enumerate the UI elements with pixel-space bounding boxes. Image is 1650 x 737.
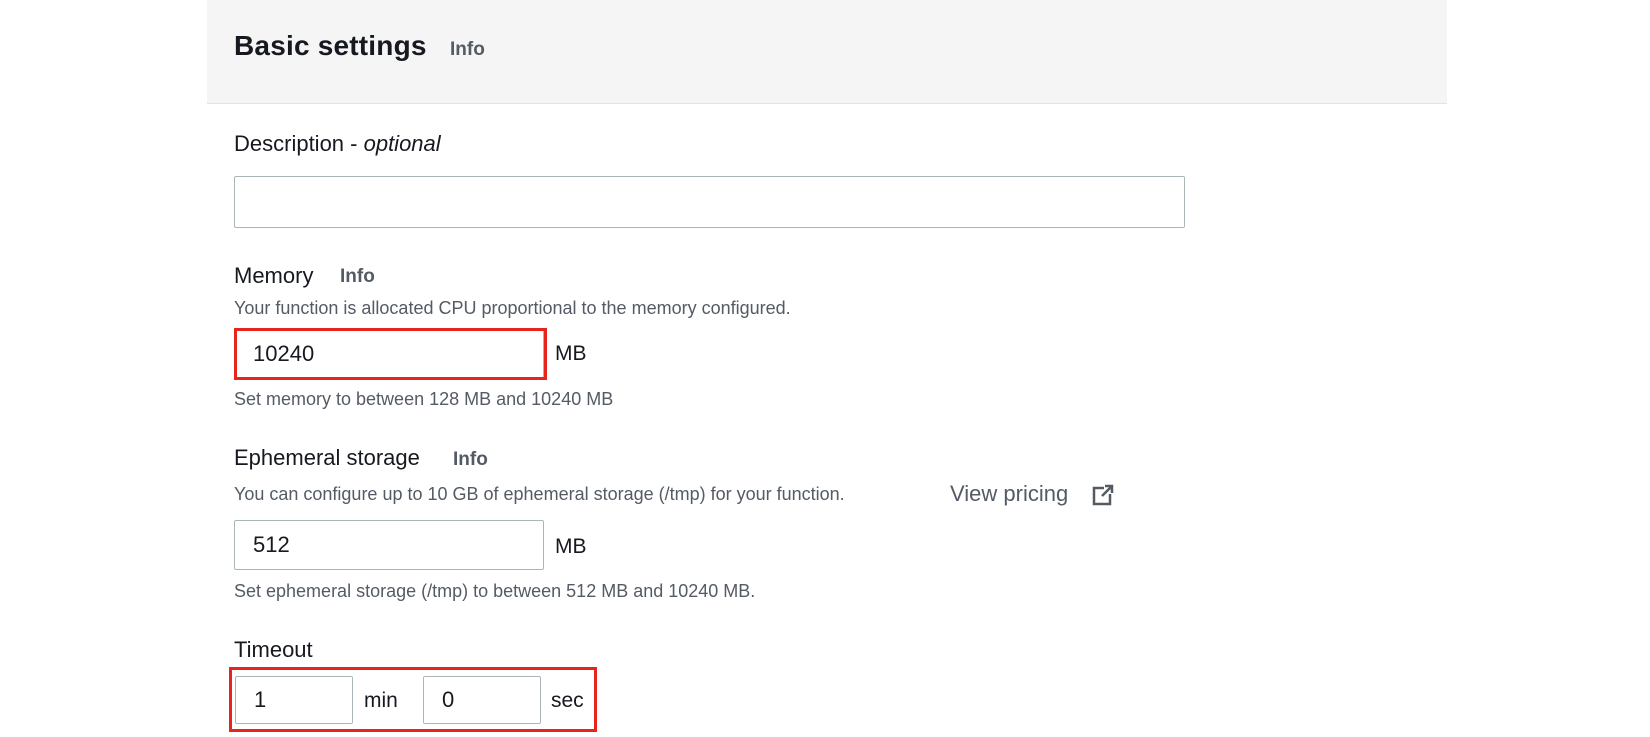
ephemeral-storage-input-value: 512 (253, 532, 290, 557)
timeout-minutes-value: 1 (254, 687, 267, 712)
timeout-seconds-input[interactable]: 0 (423, 676, 541, 724)
description-label-optional: optional (363, 131, 441, 156)
basic-settings-info-link[interactable]: Info (450, 39, 485, 61)
memory-label: Memory (234, 263, 314, 288)
ephemeral-storage-help-text: You can configure up to 10 GB of ephemer… (234, 484, 845, 504)
memory-help-text: Your function is allocated CPU proportio… (234, 298, 791, 318)
ephemeral-storage-unit: MB (555, 535, 587, 558)
ephemeral-storage-info-link[interactable]: Info (453, 449, 488, 471)
panel-title: Basic settings (234, 30, 427, 61)
memory-constraint: Set memory to between 128 MB and 10240 M… (234, 389, 614, 409)
memory-input[interactable]: 10240 (234, 330, 544, 378)
basic-settings-panel: Basic settings Info Description - option… (207, 0, 1447, 737)
description-label: Description - optional (234, 131, 441, 157)
memory-info-link[interactable]: Info (340, 266, 375, 288)
external-link-icon[interactable] (1092, 484, 1114, 506)
view-pricing-link[interactable]: View pricing (950, 481, 1068, 507)
ephemeral-storage-label: Ephemeral storage (234, 445, 420, 470)
ephemeral-storage-input[interactable]: 512 (234, 520, 544, 570)
timeout-label: Timeout (234, 637, 313, 662)
timeout-seconds-value: 0 (442, 687, 455, 712)
timeout-seconds-unit: sec (551, 689, 584, 712)
memory-unit: MB (555, 342, 587, 365)
memory-input-value: 10240 (253, 341, 315, 366)
timeout-minutes-unit: min (364, 689, 398, 712)
timeout-minutes-input[interactable]: 1 (235, 676, 353, 724)
ephemeral-storage-constraint: Set ephemeral storage (/tmp) to between … (234, 581, 756, 601)
description-input[interactable] (234, 176, 1185, 228)
panel-header: Basic settings Info (207, 0, 1447, 104)
description-label-text: Description - (234, 131, 364, 156)
